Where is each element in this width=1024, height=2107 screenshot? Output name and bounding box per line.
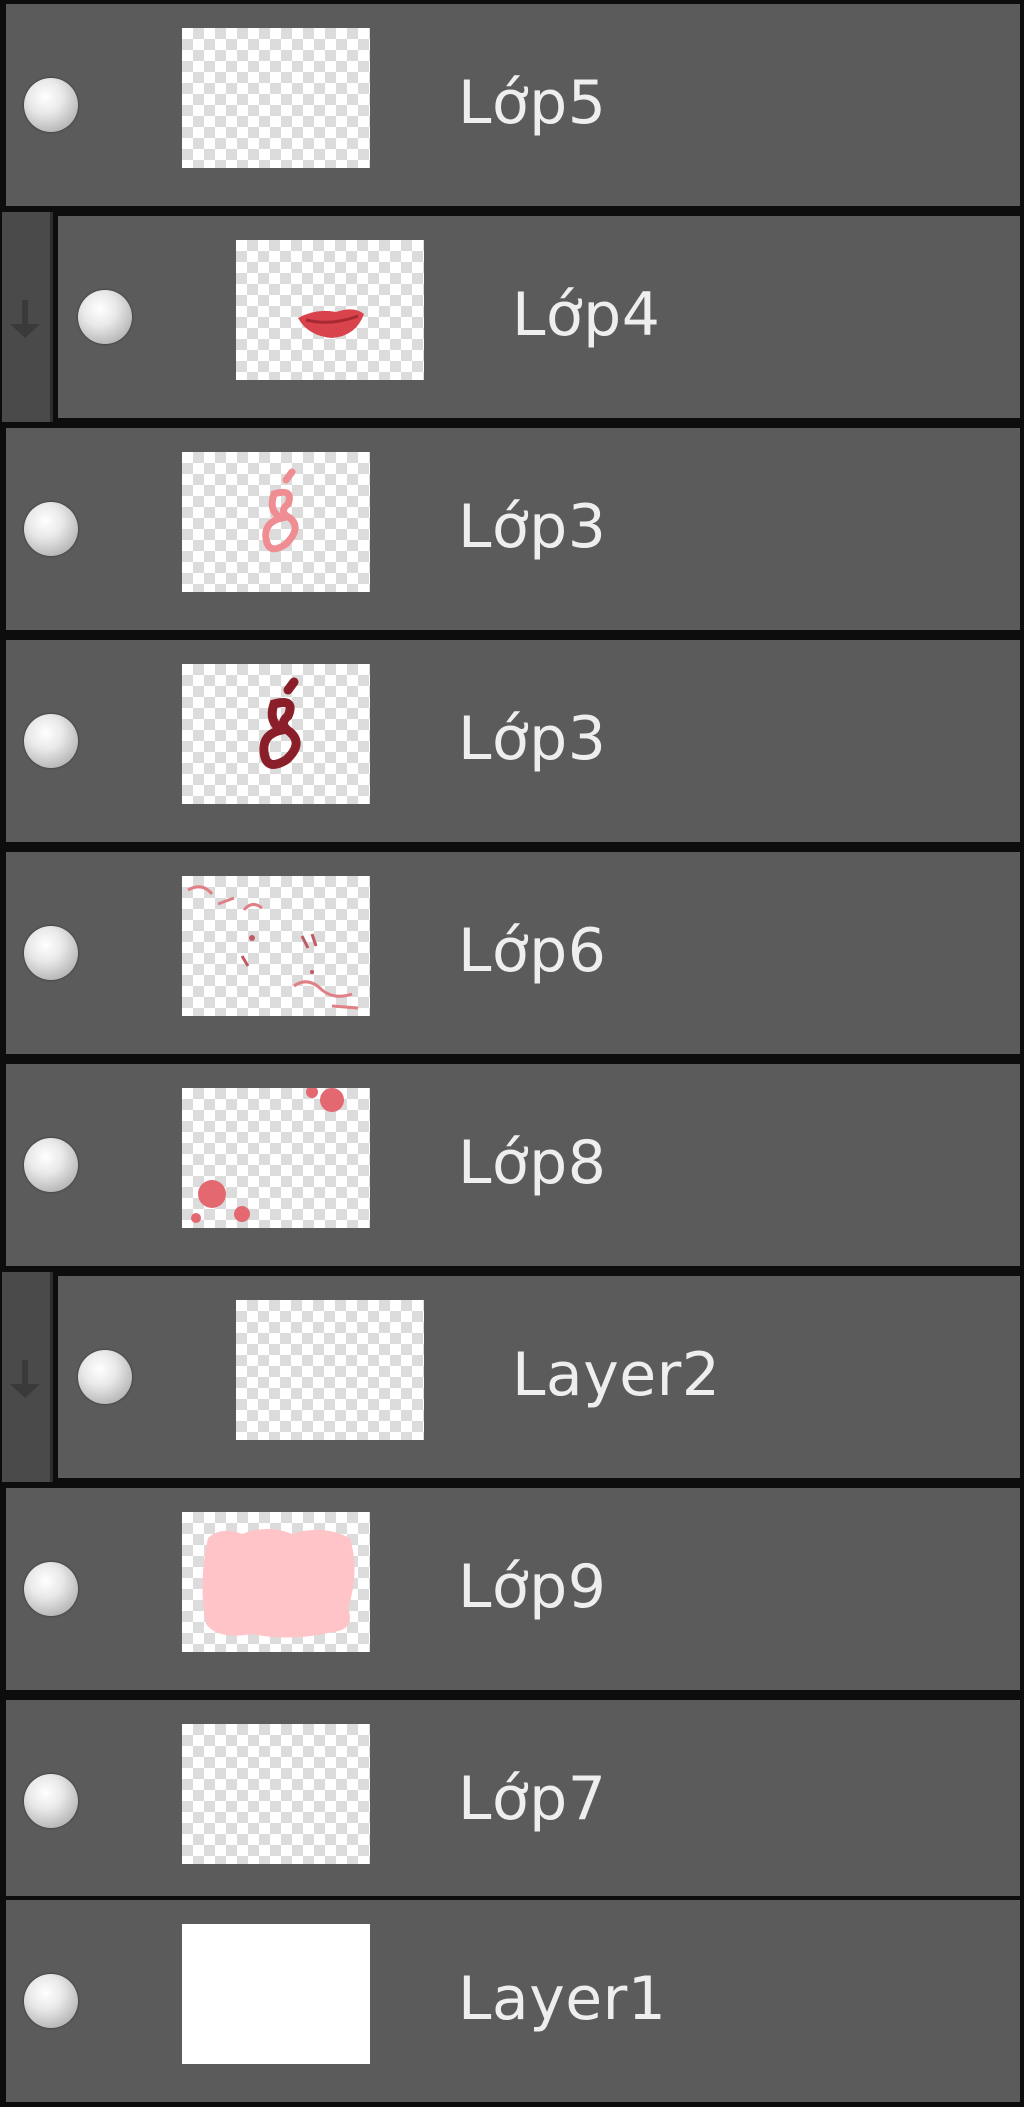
visibility-toggle-icon[interactable]: [24, 502, 78, 556]
visibility-toggle-icon[interactable]: [24, 78, 78, 132]
layer-name[interactable]: Lớp7: [458, 1754, 606, 1844]
layer-row[interactable]: Lớp5: [0, 0, 1024, 210]
layer-thumbnail: [236, 240, 424, 380]
layer-thumbnail: [182, 452, 370, 592]
layer-name[interactable]: Lớp6: [458, 906, 606, 996]
clip-arrow-icon: [10, 300, 40, 338]
layer-thumbnail: [182, 1924, 370, 2064]
glyph-light-thumbnail-art: [262, 468, 299, 553]
layer-thumbnail: [182, 876, 370, 1016]
lips-thumbnail-art: [298, 309, 364, 338]
layer-name[interactable]: Lớp8: [458, 1118, 606, 1208]
visibility-toggle-icon[interactable]: [78, 290, 132, 344]
layer-row[interactable]: Lớp3: [0, 636, 1024, 846]
visibility-toggle-icon[interactable]: [24, 926, 78, 980]
layer-row[interactable]: Lớp7: [0, 1696, 1024, 1906]
layer-thumbnail: [182, 1088, 370, 1228]
visibility-toggle-icon[interactable]: [78, 1350, 132, 1404]
layer-row[interactable]: Lớp3: [0, 424, 1024, 634]
layer-thumbnail: [182, 1724, 370, 1864]
layer-thumbnail: [182, 28, 370, 168]
layer-thumbnail: [182, 1512, 370, 1652]
clipping-indicator: [2, 212, 53, 422]
visibility-toggle-icon[interactable]: [24, 1774, 78, 1828]
clip-arrow-icon: [10, 1360, 40, 1398]
layer-name[interactable]: Lớp3: [458, 482, 606, 572]
layer-name[interactable]: Lớp3: [458, 694, 606, 784]
layer-row[interactable]: Layer1: [0, 1896, 1024, 2106]
layer-row[interactable]: Lớp6: [0, 848, 1024, 1058]
layer-name[interactable]: Lớp5: [458, 58, 606, 148]
layer-thumbnail: [182, 664, 370, 804]
pink-fill-thumbnail-art: [202, 1529, 355, 1638]
layer-row[interactable]: Lớp4: [0, 212, 1024, 422]
glyph-dark-thumbnail-art: [259, 677, 301, 769]
layer-name[interactable]: Lớp4: [512, 270, 660, 360]
layer-row[interactable]: Layer2: [0, 1272, 1024, 1482]
visibility-toggle-icon[interactable]: [24, 1974, 78, 2028]
layer-row[interactable]: Lớp9: [0, 1484, 1024, 1694]
clipping-indicator: [2, 1272, 53, 1482]
visibility-toggle-icon[interactable]: [24, 714, 78, 768]
visibility-toggle-icon[interactable]: [24, 1562, 78, 1616]
dots-thumbnail-art: [191, 1088, 344, 1223]
layer-row[interactable]: Lớp8: [0, 1060, 1024, 1270]
visibility-toggle-icon[interactable]: [24, 1138, 78, 1192]
layers-panel: Lớp5 Lớp4 Lớp3 Lớp3 Lớp6 Lớp8 Layer2 Lớp…: [0, 0, 1024, 2107]
layer-name[interactable]: Lớp9: [458, 1542, 606, 1632]
layer-name[interactable]: Layer1: [458, 1954, 666, 2044]
layer-thumbnail: [236, 1300, 424, 1440]
sketch-thumbnail-art: [187, 885, 359, 1010]
layer-name[interactable]: Layer2: [512, 1330, 720, 1420]
